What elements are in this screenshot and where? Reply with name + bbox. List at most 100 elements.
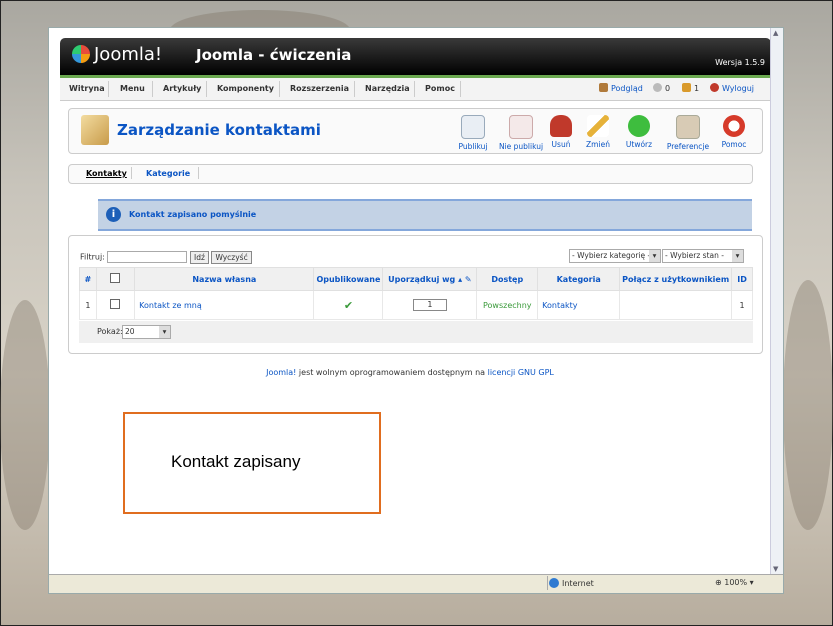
filter-input[interactable] [107, 251, 188, 263]
scroll-down-icon[interactable]: ▼ [773, 565, 778, 573]
footer-text: jest wolnym oprogramowaniem dostępnym na [296, 368, 488, 377]
preview-icon [599, 83, 608, 92]
unpublish-label: Nie publikuj [498, 142, 544, 151]
edit-label: Zmień [586, 140, 610, 149]
subnav-separator [198, 167, 199, 179]
publish-button[interactable]: Publikuj [453, 115, 493, 151]
go-button[interactable]: Idź [189, 251, 209, 264]
row-checkbox[interactable] [110, 299, 121, 309]
preferences-button[interactable]: Preferencje [663, 115, 713, 151]
browser-status-bar: Internet ⊕ 100% ▾ [49, 574, 783, 593]
col-order[interactable]: Uporządkuj wg ▴ ✎ [382, 267, 478, 291]
col-linked-user[interactable]: Połącz z użytkownikiem [619, 267, 733, 291]
unpublish-button[interactable]: Nie publikuj [498, 115, 544, 151]
joomla-link[interactable]: Joomla! [266, 368, 296, 377]
tab-kategorie[interactable]: Kategorie [146, 169, 190, 178]
help-button[interactable]: Pomoc [719, 115, 749, 149]
admin-header: Joomla! Joomla - ćwiczenia Wersja 1.5.9 [60, 38, 771, 75]
annotation-text: Kontakt zapisany [171, 452, 301, 471]
unpublish-icon [509, 115, 533, 139]
row-id: 1 [731, 290, 753, 320]
preview-label: Podgląd [611, 84, 643, 93]
row-number: 1 [79, 290, 97, 320]
menu-separator [108, 81, 109, 97]
trash-icon [550, 115, 572, 137]
col-number: # [79, 267, 97, 291]
menu-separator [279, 81, 280, 97]
publish-label: Publikuj [458, 142, 488, 151]
message-text: Kontakt zapisano pomyślnie [129, 210, 257, 219]
logout-icon [710, 83, 719, 92]
delete-button[interactable]: Usuń [546, 115, 576, 149]
menu-separator [206, 81, 207, 97]
row-checkbox-cell [95, 290, 136, 320]
pagination-bar: Pokaż: 20 ▾ [79, 321, 753, 343]
clear-button[interactable]: Wyczyść [211, 251, 252, 264]
chevron-down-icon: ▾ [159, 326, 170, 338]
plus-icon [628, 115, 650, 137]
col-order-label: Uporządkuj wg [388, 274, 456, 284]
tab-kontakty[interactable]: Kontakty [86, 169, 127, 178]
category-link[interactable]: Kontakty [537, 290, 621, 320]
sort-icon: ▴ [458, 274, 463, 284]
preferences-label: Preferencje [666, 142, 710, 151]
limit-select[interactable]: 20 ▾ [122, 325, 171, 339]
menu-witryna[interactable]: Witryna [69, 84, 105, 93]
pencil-icon [587, 115, 609, 137]
menu-narzedzia[interactable]: Narzędzia [365, 84, 410, 93]
col-category[interactable]: Kategoria [537, 267, 621, 291]
menu-komponenty[interactable]: Komponenty [217, 84, 274, 93]
zoom-control[interactable]: ⊕ 100% ▾ [715, 578, 754, 587]
vertical-scrollbar[interactable]: ▲ ▼ [770, 28, 783, 574]
contact-name-link[interactable]: Kontakt ze mną [134, 290, 315, 320]
save-order-icon[interactable]: ✎ [465, 275, 472, 284]
menu-separator [414, 81, 415, 97]
zoom-icon: ⊕ [715, 578, 722, 587]
new-button[interactable]: Utwórz [621, 115, 657, 149]
logout-link[interactable]: Wyloguj [710, 83, 754, 93]
new-label: Utwórz [625, 140, 653, 149]
col-published[interactable]: Opublikowane [313, 267, 384, 291]
subnav-separator [131, 167, 132, 179]
scroll-up-icon[interactable]: ▲ [773, 29, 778, 37]
pagination-label: Pokaż: [97, 327, 123, 336]
limit-select-value: 20 [125, 327, 135, 336]
category-select-value: - Wybierz kategorię - [572, 251, 651, 260]
globe-icon [549, 578, 559, 588]
published-check-icon[interactable]: ✔ [313, 290, 384, 320]
license-link[interactable]: licencji GNU GPL [488, 368, 554, 377]
joomla-logo: Joomla! [72, 44, 162, 65]
menu-pomoc[interactable]: Pomoc [425, 84, 455, 93]
filter-label: Filtruj: [80, 252, 105, 262]
version-label: Wersja 1.5.9 [715, 58, 765, 67]
col-access[interactable]: Dostęp [476, 267, 539, 291]
table-header-row: # Nazwa własna Opublikowane Uporządkuj w… [79, 267, 753, 291]
select-all-checkbox[interactable] [110, 273, 121, 283]
edit-button[interactable]: Zmień [583, 115, 613, 149]
zone-label: Internet [562, 579, 594, 588]
status-separator [547, 576, 548, 590]
site-name: Joomla - ćwiczenia [196, 46, 352, 64]
messages-count[interactable]: 0 [653, 83, 670, 93]
order-input[interactable]: 1 [412, 299, 447, 311]
state-select-value: - Wybierz stan - [665, 251, 724, 260]
state-select[interactable]: - Wybierz stan - ▾ [662, 249, 744, 263]
col-select-all [95, 267, 136, 291]
menu-rozszerzenia[interactable]: Rozszerzenia [290, 84, 349, 93]
menu-separator [460, 81, 461, 97]
preview-link[interactable]: Podgląd [599, 83, 643, 93]
contacts-box-icon [81, 115, 109, 145]
menu-artykuly[interactable]: Artykuły [163, 84, 201, 93]
main-menu: Witryna Menu Artykuły Komponenty Rozszer… [60, 78, 771, 101]
col-id[interactable]: ID [731, 267, 753, 291]
order-cell: 1 [382, 290, 478, 320]
access-link[interactable]: Powszechny [476, 290, 539, 320]
col-name[interactable]: Nazwa własna [134, 267, 315, 291]
menu-menu[interactable]: Menu [120, 84, 145, 93]
help-label: Pomoc [721, 140, 747, 149]
table-row: 1 Kontakt ze mną ✔ 1 Powszechny Kontakty… [79, 290, 753, 320]
annotation-box: Kontakt zapisany [123, 412, 381, 514]
category-select[interactable]: - Wybierz kategorię - ▾ [569, 249, 661, 263]
preferences-icon [676, 115, 700, 139]
background-tree-right [783, 280, 833, 530]
